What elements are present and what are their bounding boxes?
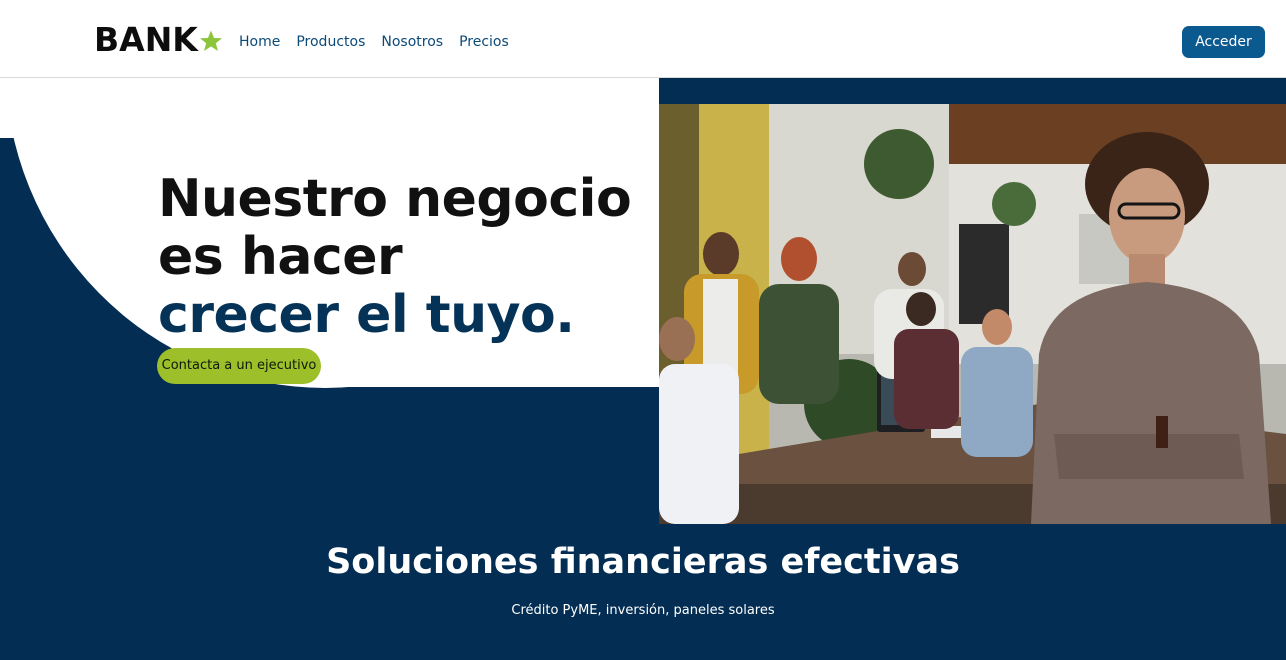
nav-link-nosotros[interactable]: Nosotros: [381, 32, 443, 52]
section-title: Soluciones financieras efectivas: [326, 542, 960, 582]
login-button[interactable]: Acceder: [1182, 26, 1265, 58]
headline-line-1: Nuestro negocio: [158, 169, 632, 229]
hero-headline: Nuestro negocio es hacer crecer el tuyo.: [158, 169, 632, 345]
logo-text: BANK: [94, 20, 198, 59]
office-team-photo: [659, 104, 1286, 524]
main-nav: Home Productos Nosotros Precios: [239, 32, 509, 52]
bank-logo[interactable]: BANK: [94, 20, 223, 60]
headline-line-2: es hacer: [158, 227, 403, 287]
hero-section: Nuestro negocio es hacer crecer el tuyo.…: [0, 78, 1286, 660]
nav-link-precios[interactable]: Precios: [459, 32, 509, 52]
hero-photo: [659, 104, 1286, 524]
star-icon: [199, 30, 222, 51]
nav-link-productos[interactable]: Productos: [296, 32, 365, 52]
nav-link-home[interactable]: Home: [239, 32, 280, 52]
site-header: BANK Home Productos Nosotros Precios Acc…: [0, 0, 1286, 78]
contact-executive-button[interactable]: Contacta a un ejecutivo: [157, 348, 321, 384]
headline-line-3: crecer el tuyo.: [158, 285, 575, 345]
section-subtitle: Crédito PyME, inversión, paneles solares: [511, 603, 775, 618]
